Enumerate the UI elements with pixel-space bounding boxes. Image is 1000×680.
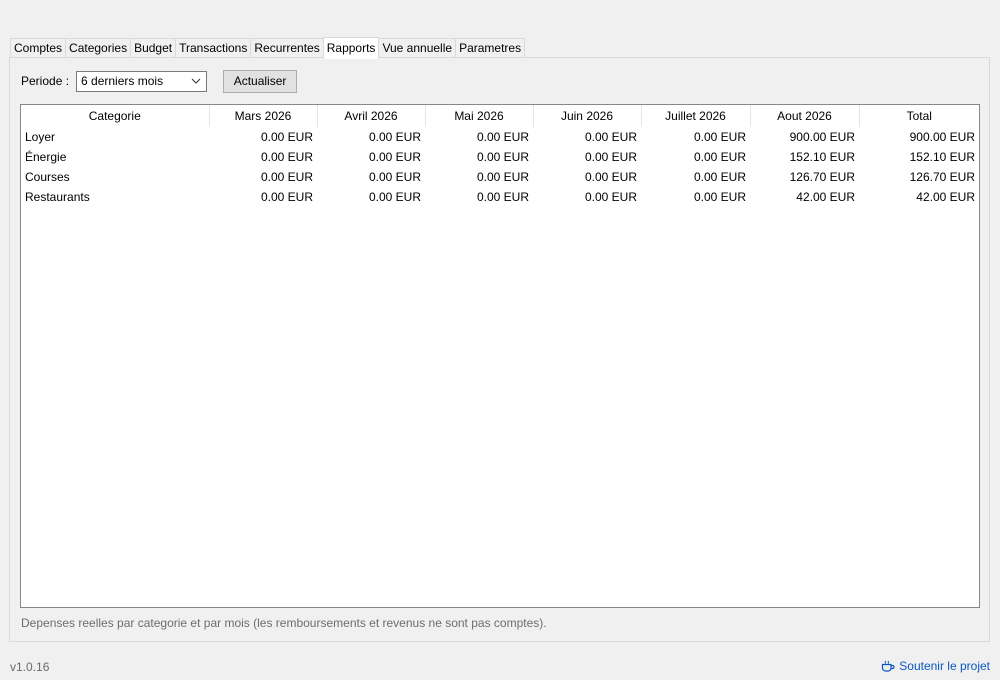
chevron-down-icon	[191, 78, 201, 84]
filter-row: Periode : 6 derniers mois Actualiser	[21, 69, 298, 93]
support-link[interactable]: Soutenir le projet	[881, 659, 990, 673]
column-header[interactable]: Categorie	[21, 105, 210, 127]
table-cell: 0.00 EUR	[693, 130, 746, 144]
column-header[interactable]: Total	[859, 105, 979, 127]
table-cell: Courses	[25, 170, 70, 184]
cup-icon	[882, 660, 895, 672]
tab-comptes[interactable]: Comptes	[10, 38, 67, 58]
table-cell: 0.00 EUR	[260, 170, 313, 184]
table-cell: 0.00 EUR	[368, 130, 421, 144]
table-cell: 42.00 EUR	[796, 190, 855, 204]
table-row[interactable]: Courses 0.00 EUR 0.00 EUR 0.00 EUR 0.00 …	[21, 167, 979, 187]
table-cell: 900.00 EUR	[789, 130, 855, 144]
table-cell: Énergie	[25, 150, 67, 164]
table-row[interactable]: Restaurants 0.00 EUR 0.00 EUR 0.00 EUR 0…	[21, 187, 979, 207]
support-label: Soutenir le projet	[899, 659, 990, 673]
tab-recurrentes[interactable]: Recurrentes	[250, 38, 324, 58]
table-cell: 900.00 EUR	[909, 130, 975, 144]
table-cell: 0.00 EUR	[260, 130, 313, 144]
version-label: v1.0.16	[10, 660, 50, 674]
tab-categories[interactable]: Categories	[65, 38, 132, 58]
period-select[interactable]: 6 derniers mois	[76, 70, 208, 92]
column-header[interactable]: Mars 2026	[209, 105, 318, 127]
column-header[interactable]: Aout 2026	[750, 105, 860, 127]
table-cell: 126.70 EUR	[909, 170, 975, 184]
table-cell: 152.10 EUR	[789, 150, 855, 164]
table-cell: 0.00 EUR	[368, 170, 421, 184]
table-cell: 0.00 EUR	[584, 150, 637, 164]
table-cell: 126.70 EUR	[789, 170, 855, 184]
table-cell: 0.00 EUR	[476, 170, 529, 184]
table-cell: 0.00 EUR	[693, 150, 746, 164]
table-cell: Loyer	[25, 130, 56, 144]
table-cell: 0.00 EUR	[693, 190, 746, 204]
reports-panel: Periode : 6 derniers mois Actualiser Cat…	[9, 57, 990, 642]
table-cell: 0.00 EUR	[476, 150, 529, 164]
refresh-button[interactable]: Actualiser	[223, 69, 298, 93]
tab-budget[interactable]: Budget	[130, 38, 177, 58]
report-table: Categorie Mars 2026 Avril 2026 Mai 2026 …	[21, 105, 979, 207]
column-header[interactable]: Mai 2026	[425, 105, 534, 127]
column-header[interactable]: Juillet 2026	[641, 105, 751, 127]
table-cell: 0.00 EUR	[584, 170, 637, 184]
table-cell: 152.10 EUR	[909, 150, 975, 164]
report-footnote: Depenses reelles par categorie et par mo…	[21, 616, 547, 630]
tab-rapports[interactable]: Rapports	[322, 37, 380, 59]
table-cell: 0.00 EUR	[368, 190, 421, 204]
table-cell: 0.00 EUR	[260, 150, 313, 164]
table-cell: 42.00 EUR	[916, 190, 975, 204]
table-row[interactable]: Loyer 0.00 EUR 0.00 EUR 0.00 EUR 0.00 EU…	[21, 127, 979, 147]
tab-parametres[interactable]: Parametres	[455, 38, 526, 58]
table-cell: Restaurants	[25, 190, 90, 204]
table-cell: 0.00 EUR	[693, 170, 746, 184]
period-select-value: 6 derniers mois	[81, 74, 164, 88]
column-header[interactable]: Avril 2026	[317, 105, 426, 127]
period-label: Periode :	[21, 74, 70, 88]
tab-bar: Comptes Categories Budget Transactions R…	[10, 37, 526, 59]
report-table-container[interactable]: Categorie Mars 2026 Avril 2026 Mai 2026 …	[20, 104, 980, 608]
table-header-row: Categorie Mars 2026 Avril 2026 Mai 2026 …	[21, 105, 979, 127]
table-cell: 0.00 EUR	[368, 150, 421, 164]
table-cell: 0.00 EUR	[260, 190, 313, 204]
table-row[interactable]: Énergie 0.00 EUR 0.00 EUR 0.00 EUR 0.00 …	[21, 147, 979, 167]
table-cell: 0.00 EUR	[584, 130, 637, 144]
tab-transactions[interactable]: Transactions	[175, 38, 252, 58]
column-header[interactable]: Juin 2026	[533, 105, 642, 127]
table-cell: 0.00 EUR	[584, 190, 637, 204]
table-cell: 0.00 EUR	[476, 190, 529, 204]
table-cell: 0.00 EUR	[476, 130, 529, 144]
tab-vue-annuelle[interactable]: Vue annuelle	[378, 38, 457, 58]
